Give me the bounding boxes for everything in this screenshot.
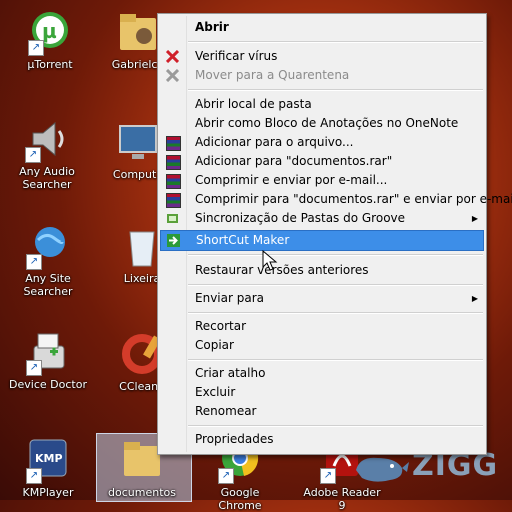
menu-separator [188,284,483,286]
antivirus-icon [166,50,179,63]
menu-separator [188,359,483,361]
quarantine-icon [166,69,179,82]
desktop-icon-label: Google Chrome [218,486,262,512]
desktop-icon-any-site-searcher[interactable]: ↗ Any Site Searcher [6,222,90,298]
menu-item-label: Mover para a Quarentena [195,68,350,82]
menu-item-comprimir-email[interactable]: Comprimir e enviar por e-mail... [160,171,484,190]
menu-item-verificar-virus[interactable]: Verificar vírus [160,47,484,66]
submenu-arrow-icon: ▶ [471,214,478,223]
menu-item-label: Recortar [195,319,247,333]
desktop-icon-device-doctor[interactable]: ↗ Device Doctor [6,328,90,391]
menu-item-label: Adicionar para "documentos.rar" [195,154,393,168]
menu-item-label: Renomear [195,404,257,418]
shortcut-arrow-icon: ↗ [25,147,41,163]
menu-item-excluir[interactable]: Excluir [160,383,484,402]
shortcut-maker-icon [167,234,180,247]
menu-item-shortcut-maker[interactable]: ShortCut Maker [160,230,484,251]
menu-item-label: Restaurar versões anteriores [195,263,369,277]
shortcut-arrow-icon: ↗ [320,468,336,484]
menu-item-label: Comprimir para "documentos.rar" e enviar… [195,192,512,206]
menu-separator [188,89,483,91]
menu-item-recortar[interactable]: Recortar [160,317,484,336]
menu-item-renomear[interactable]: Renomear [160,402,484,421]
utorrent-icon: µ ↗ [26,8,74,56]
menu-item-abrir[interactable]: Abrir [160,18,484,37]
winrar-icon [166,174,181,189]
menu-item-comprimir-rar-email[interactable]: Comprimir para "documentos.rar" e enviar… [160,190,512,209]
shortcut-arrow-icon: ↗ [26,254,42,270]
menu-item-abrir-local-pasta[interactable]: Abrir local de pasta [160,95,484,114]
desktop-icon-label: Any Site Searcher [23,272,73,298]
menu-item-label: Excluir [195,385,236,399]
menu-separator [188,254,483,256]
menu-item-label: Abrir como Bloco de Anotações no OneNote [195,116,459,130]
menu-item-label: Abrir local de pasta [195,97,312,111]
menu-item-label: Sincronização de Pastas do Groove [195,211,406,225]
menu-item-label: Criar atalho [195,366,266,380]
groove-icon [167,214,178,223]
menu-separator [188,41,483,43]
shortcut-arrow-icon: ↗ [26,468,42,484]
menu-item-restaurar-versoes[interactable]: Restaurar versões anteriores [160,261,484,280]
menu-item-label: Propriedades [195,432,274,446]
desktop-icon-label: µTorrent [27,58,73,71]
menu-item-abrir-onenote[interactable]: Abrir como Bloco de Anotações no OneNote [160,114,484,133]
shortcut-arrow-icon: ↗ [26,360,42,376]
winrar-icon [166,193,181,208]
desktop-icon-label: Any Audio Searcher [19,165,75,191]
desktop-icon-any-audio-searcher[interactable]: ↗ Any Audio Searcher [5,115,89,191]
device-doctor-icon: ↗ [24,328,72,376]
menu-item-label: ShortCut Maker [196,233,290,247]
mouse-cursor-icon [262,250,278,271]
desktop-icon-label: documentos [108,486,176,499]
shortcut-arrow-icon: ↗ [28,40,44,56]
desktop-icon-kmplayer[interactable]: KMP ↗ KMPlayer [6,436,90,499]
shortcut-arrow-icon: ↗ [218,468,234,484]
menu-item-label: Verificar vírus [195,49,278,63]
menu-item-copiar[interactable]: Copiar [160,336,484,355]
menu-item-label: Adicionar para o arquivo... [195,135,354,149]
desktop-icon-utorrent[interactable]: µ ↗ µTorrent [8,8,92,71]
menu-separator [188,312,483,314]
menu-item-propriedades[interactable]: Propriedades [160,430,484,449]
svg-text:KMP: KMP [35,452,63,465]
menu-item-enviar-para[interactable]: Enviar para ▶ [160,289,484,308]
desktop-icon-label: Adobe Reader 9 [303,486,381,512]
svg-text:µ: µ [42,19,57,43]
speaker-icon: ↗ [23,115,71,163]
menu-item-label: Copiar [195,338,234,352]
menu-item-mover-quarentena[interactable]: Mover para a Quarentena [160,66,484,85]
menu-item-adicionar-arquivo[interactable]: Adicionar para o arquivo... [160,133,484,152]
user-folder-icon [114,8,162,56]
globe-icon: ↗ [24,222,72,270]
computer-icon [114,118,162,166]
menu-item-groove-sync[interactable]: Sincronização de Pastas do Groove ▶ [160,209,484,228]
menu-item-label: Abrir [195,20,229,34]
menu-item-adicionar-rar[interactable]: Adicionar para "documentos.rar" [160,152,484,171]
menu-item-label: Comprimir e enviar por e-mail... [195,173,388,187]
winrar-icon [166,136,181,151]
submenu-arrow-icon: ▶ [471,294,478,303]
menu-item-criar-atalho[interactable]: Criar atalho [160,364,484,383]
desktop-icon-label: Device Doctor [9,378,87,391]
kmplayer-icon: KMP ↗ [24,436,72,484]
menu-item-label: Enviar para [195,291,264,305]
desktop-icon-label: KMPlayer [22,486,74,499]
menu-separator [188,425,483,427]
context-menu: Abrir Verificar vírus Mover para a Quare… [157,13,512,455]
winrar-icon [166,155,181,170]
